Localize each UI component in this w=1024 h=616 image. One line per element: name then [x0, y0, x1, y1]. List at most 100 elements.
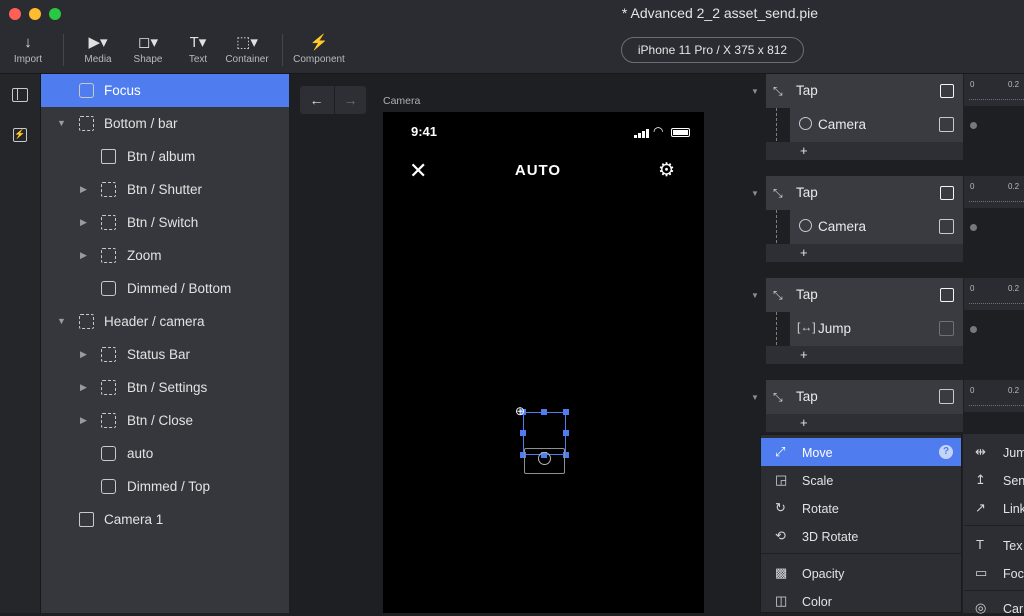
- device-selector[interactable]: iPhone 11 Pro / X 375 x 812: [621, 37, 804, 63]
- menu-item-send[interactable]: Sen: [1003, 474, 1024, 488]
- menu-item-color[interactable]: Color: [802, 595, 832, 609]
- response-row[interactable]: [790, 312, 963, 346]
- layer-link-icon[interactable]: [939, 219, 954, 234]
- battery-icon: [671, 128, 690, 137]
- shape-button[interactable]: ◻▾ Shape: [128, 34, 168, 68]
- container-layer-icon: [101, 413, 116, 428]
- menu-item-opacity[interactable]: Opacity: [802, 567, 844, 581]
- back-arrow-icon[interactable]: ←: [300, 86, 333, 114]
- rotate-3d-icon: ⟲: [775, 528, 786, 543]
- trigger-checkbox[interactable]: [940, 186, 954, 200]
- layer-dimmed-bottom[interactable]: Dimmed / Bottom: [41, 272, 289, 305]
- response-row[interactable]: [790, 210, 963, 244]
- response-target: Camera: [818, 219, 867, 234]
- response-menu-secondary: [963, 434, 1024, 613]
- settings-gear-icon[interactable]: ⚙: [658, 159, 675, 182]
- response-row[interactable]: [790, 108, 963, 142]
- media-button[interactable]: ▶▾ Media: [80, 34, 116, 68]
- layer-dimmed-top[interactable]: Dimmed / Top: [41, 470, 289, 503]
- layer-focus[interactable]: Focus: [41, 74, 289, 107]
- collapse-arrow-icon[interactable]: ▼: [57, 107, 66, 140]
- layer-btn-close[interactable]: ▶ Btn / Close: [41, 404, 289, 437]
- add-response-row: [766, 346, 963, 364]
- keyframe-dot[interactable]: [970, 224, 977, 231]
- keyframe-dot[interactable]: [970, 122, 977, 129]
- zoom-window-button[interactable]: [49, 8, 61, 20]
- collapse-arrow-icon[interactable]: ▼: [751, 393, 759, 402]
- container-layer-icon: [79, 314, 94, 329]
- phone-artboard[interactable]: [383, 112, 704, 613]
- import-button[interactable]: ↓ Import: [8, 34, 48, 68]
- layer-label: Status Bar: [127, 347, 191, 362]
- layer-status-bar[interactable]: ▶ Status Bar: [41, 338, 289, 371]
- send-icon: ↥: [975, 472, 986, 487]
- trigger-checkbox[interactable]: [940, 288, 954, 302]
- keyframe-dot[interactable]: [970, 326, 977, 333]
- anchor-point-icon[interactable]: ⊕: [515, 404, 525, 418]
- add-response-button[interactable]: +: [800, 245, 808, 260]
- resize-handle[interactable]: [563, 430, 569, 436]
- help-icon[interactable]: ?: [939, 445, 953, 459]
- menu-item-jump[interactable]: Jum: [1003, 446, 1024, 460]
- layers-panel-icon[interactable]: [12, 88, 28, 102]
- menu-item-camera[interactable]: Car: [1003, 602, 1023, 616]
- menu-item-rotate[interactable]: Rotate: [802, 502, 839, 516]
- layer-btn-album[interactable]: Btn / album: [41, 140, 289, 173]
- add-response-button[interactable]: +: [800, 415, 808, 430]
- resize-handle[interactable]: [541, 409, 547, 415]
- layer-link-icon[interactable]: [939, 389, 954, 404]
- expand-arrow-icon[interactable]: ▶: [80, 404, 87, 437]
- layer-btn-switch[interactable]: ▶ Btn / Switch: [41, 206, 289, 239]
- menu-divider: [964, 590, 1024, 591]
- layer-auto[interactable]: auto: [41, 437, 289, 470]
- resize-handle[interactable]: [520, 430, 526, 436]
- collapse-arrow-icon[interactable]: ▼: [57, 305, 66, 338]
- collapse-arrow-icon[interactable]: ▼: [751, 87, 759, 96]
- menu-item-move[interactable]: [761, 438, 961, 466]
- camera-target-icon: [799, 117, 812, 130]
- close-icon[interactable]: ✕: [409, 158, 427, 184]
- menu-item-scale[interactable]: Scale: [802, 474, 833, 488]
- component-icon: ⚡: [309, 34, 329, 51]
- menu-item-focus[interactable]: Foc: [1003, 567, 1024, 581]
- component-button[interactable]: ⚡ Component: [290, 34, 348, 68]
- container-layer-icon: [101, 215, 116, 230]
- forward-arrow-icon[interactable]: →: [334, 86, 366, 114]
- container-icon: ⬚▾: [236, 34, 258, 51]
- expand-arrow-icon[interactable]: ▶: [80, 206, 87, 239]
- minimize-window-button[interactable]: [29, 8, 41, 20]
- expand-arrow-icon[interactable]: ▶: [80, 338, 87, 371]
- layer-camera-1[interactable]: Camera 1: [41, 503, 289, 536]
- tap-gesture-icon: ⤡: [773, 288, 783, 302]
- layer-btn-settings[interactable]: ▶ Btn / Settings: [41, 371, 289, 404]
- expand-arrow-icon[interactable]: ▶: [80, 173, 87, 206]
- layer-header-camera[interactable]: ▼ Header / camera: [41, 305, 289, 338]
- add-response-button[interactable]: +: [800, 143, 808, 158]
- container-layer-icon: [101, 182, 116, 197]
- scene-link-icon[interactable]: [939, 321, 954, 336]
- layer-label: Header / camera: [104, 314, 205, 329]
- add-response-button[interactable]: +: [800, 347, 808, 362]
- menu-item-3d-rotate[interactable]: 3D Rotate: [802, 530, 858, 544]
- text-button[interactable]: T▾ Text: [182, 34, 214, 68]
- resize-handle[interactable]: [563, 409, 569, 415]
- timeline-ruler: 0 0.2: [964, 176, 1024, 208]
- menu-item-link[interactable]: Link: [1003, 502, 1024, 516]
- close-window-button[interactable]: [9, 8, 21, 20]
- collapse-arrow-icon[interactable]: ▼: [751, 291, 759, 300]
- trigger-checkbox[interactable]: [940, 84, 954, 98]
- layer-btn-shutter[interactable]: ▶ Btn / Shutter: [41, 173, 289, 206]
- layer-bottom-bar[interactable]: ▼ Bottom / bar: [41, 107, 289, 140]
- layer-zoom[interactable]: ▶ Zoom: [41, 239, 289, 272]
- collapse-arrow-icon[interactable]: ▼: [751, 189, 759, 198]
- interaction-panel-icon[interactable]: ⚡: [13, 128, 27, 142]
- expand-arrow-icon[interactable]: ▶: [80, 239, 87, 272]
- timeline-ruler: 0 0.2: [964, 278, 1024, 310]
- container-label: Container: [225, 54, 269, 65]
- response-target: Jump: [818, 321, 852, 336]
- menu-item-text[interactable]: Tex: [1003, 539, 1022, 553]
- container-button[interactable]: ⬚▾ Container: [222, 34, 272, 68]
- text-icon: T▾: [189, 34, 207, 51]
- expand-arrow-icon[interactable]: ▶: [80, 371, 87, 404]
- layer-link-icon[interactable]: [939, 117, 954, 132]
